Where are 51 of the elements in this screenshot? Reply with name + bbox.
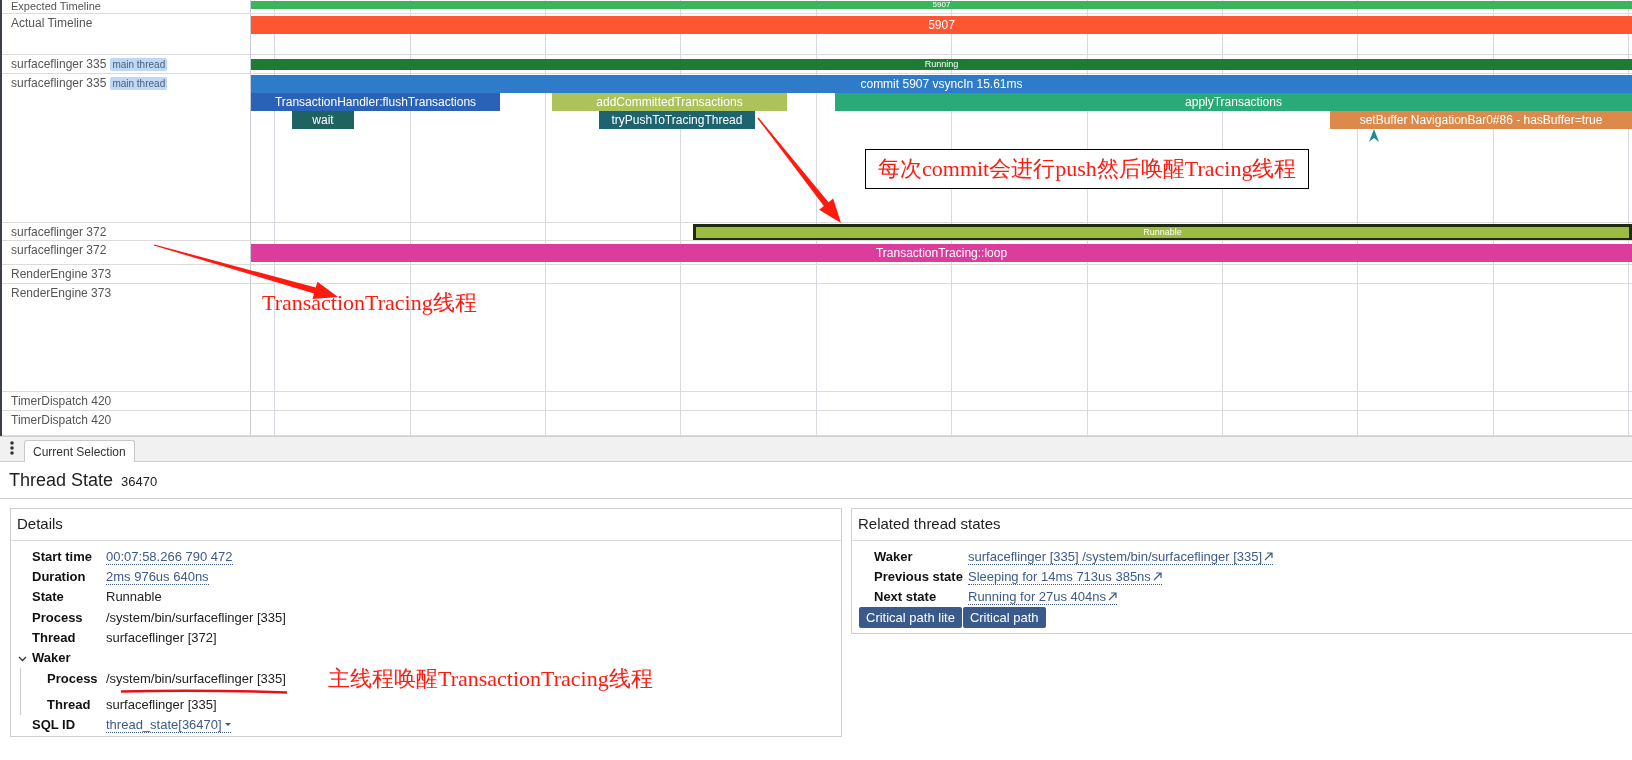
tab[interactable]: Current Selection [24, 440, 135, 462]
critical-path-button[interactable]: Critical path lite [859, 607, 962, 629]
field-value: Runnable [106, 588, 162, 607]
thread-state-id: 36470 [121, 473, 158, 491]
field-label: Start time [32, 547, 93, 566]
field-value: surfaceflinger [335] [106, 695, 217, 714]
track-label: RenderEngine 373 [11, 266, 112, 283]
field-label: Waker [32, 649, 72, 668]
track-label: TimerDispatch 420 [11, 393, 112, 410]
track-label: RenderEngine 373 [11, 285, 112, 302]
annotation-text: 主线程唤醒TransactionTracing线程 [328, 666, 653, 692]
annotation-text: 每次commit会进行push然后唤醒Tracing线程 [865, 149, 1310, 189]
slice[interactable]: TransactionTracing::loop [251, 244, 1632, 262]
panel-title: Thread State [9, 469, 114, 492]
slice[interactable]: TransactionHandler:flushTransactions [251, 93, 500, 111]
track-label: surfaceflinger 335 [11, 56, 107, 73]
field-label: Thread [32, 629, 77, 648]
field-value: surfaceflinger [372] [106, 629, 217, 648]
field-label: Previous state [874, 568, 964, 587]
field-value: /system/bin/surfaceflinger [335] [106, 608, 286, 627]
panel-heading: Related thread states [852, 509, 1632, 541]
field-label: Waker [874, 547, 914, 566]
track-label: Expected Timeline [11, 0, 101, 12]
thread-badge: main thread [110, 58, 168, 71]
field-label: Thread [47, 695, 92, 714]
annotation-text: TransactionTracing线程 [262, 290, 477, 316]
track-label: TimerDispatch 420 [11, 412, 112, 429]
thread-badge: main thread [110, 77, 168, 90]
track-label: surfaceflinger 372 [11, 224, 107, 241]
track-label: surfaceflinger 372 [11, 242, 107, 259]
field-value: /system/bin/surfaceflinger [335] [106, 669, 286, 688]
slice[interactable]: wait [292, 111, 354, 129]
value-link[interactable]: 00:07:58.266 790 472 [106, 548, 233, 565]
slice[interactable]: commit 5907 vsyncIn 15.61ms [251, 75, 1632, 93]
critical-path-button[interactable]: Critical path [962, 607, 1046, 629]
field-label: Process [32, 608, 84, 627]
slice[interactable]: Running [251, 59, 1632, 70]
panel-heading: Details [11, 509, 841, 541]
slice[interactable]: tryPushToTracingThread [599, 111, 755, 129]
field-label: State [32, 588, 65, 607]
value-link[interactable]: thread_state[36470] [106, 717, 231, 733]
value-link[interactable]: 2ms 976us 640ns [106, 568, 209, 585]
value-link[interactable]: Sleeping for 14ms 713us 385ns [968, 568, 1162, 585]
track-label: Actual Timeline [11, 15, 93, 32]
value-link[interactable]: surfaceflinger [335] /system/bin/surfaceflinger [335] [968, 548, 1274, 565]
value-link[interactable]: Running for 27us 404ns [968, 589, 1118, 606]
field-label: Process [47, 669, 99, 688]
field-label: Duration [32, 568, 87, 587]
field-label: Next state [874, 588, 938, 607]
track-label: surfaceflinger 335 [11, 75, 107, 92]
field-label: SQL ID [32, 716, 77, 735]
